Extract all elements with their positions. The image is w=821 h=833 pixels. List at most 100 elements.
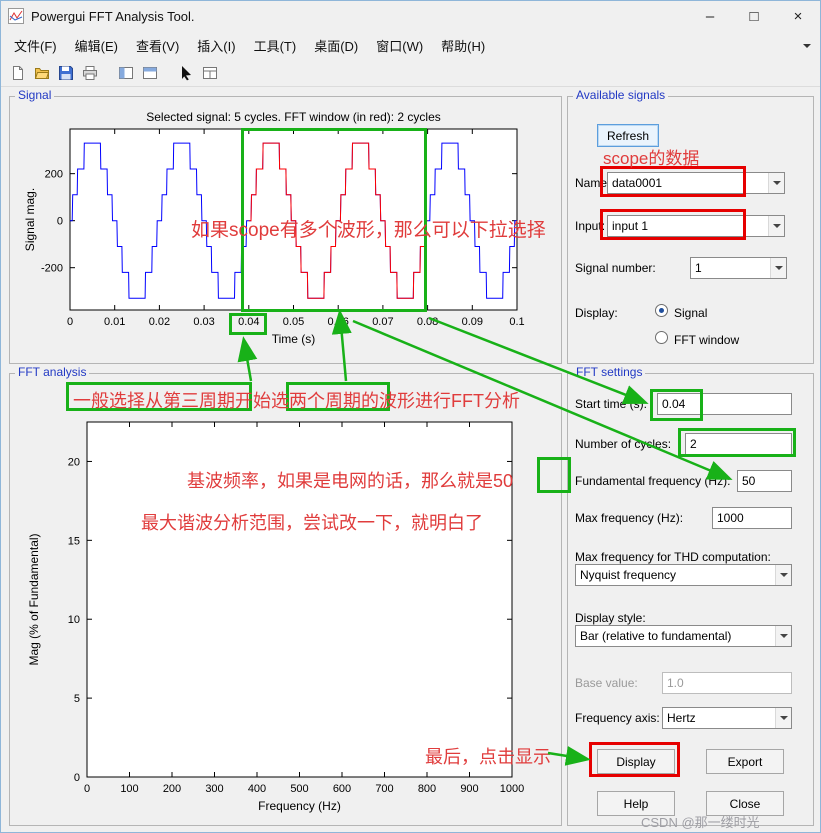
svg-text:0: 0 [74, 772, 80, 784]
svg-text:0.08: 0.08 [417, 316, 438, 328]
svg-text:0.02: 0.02 [149, 316, 170, 328]
svg-text:500: 500 [290, 783, 308, 795]
cycles-input[interactable] [685, 433, 792, 455]
start-time-input[interactable] [657, 393, 792, 415]
name-select[interactable]: data0001 [607, 172, 785, 194]
svg-text:0.09: 0.09 [462, 316, 483, 328]
fft-settings-panel-title: FFT settings [573, 365, 646, 379]
svg-text:0: 0 [57, 216, 63, 228]
fft-analysis-panel-title: FFT analysis [15, 365, 90, 379]
svg-text:300: 300 [205, 783, 223, 795]
radio-fft-window[interactable] [655, 331, 668, 344]
thd-max-frequency-select[interactable]: Nyquist frequency [575, 564, 792, 586]
menubar: 文件(F) 编辑(E) 查看(V) 插入(I) 工具(T) 桌面(D) 窗口(W… [1, 31, 820, 59]
chevron-down-icon [775, 626, 791, 646]
display-button[interactable]: Display [597, 749, 675, 774]
svg-text:Signal mag.: Signal mag. [23, 188, 37, 251]
svg-text:1000: 1000 [500, 783, 524, 795]
display-style-select[interactable]: Bar (relative to fundamental) [575, 625, 792, 647]
print-icon[interactable] [78, 61, 101, 85]
svg-text:15: 15 [68, 535, 80, 547]
svg-text:0.1: 0.1 [509, 316, 524, 328]
plot-tools-left-icon[interactable] [114, 61, 137, 85]
refresh-button[interactable]: Refresh [597, 124, 659, 147]
svg-text:900: 900 [460, 783, 478, 795]
radio-signal-label: Signal [674, 306, 708, 320]
svg-text:Selected signal: 5 cycles. FFT: Selected signal: 5 cycles. FFT window (i… [146, 110, 441, 124]
svg-text:0.01: 0.01 [104, 316, 125, 328]
help-button[interactable]: Help [597, 791, 675, 816]
signal-number-select[interactable]: 1 [690, 257, 787, 279]
input-select[interactable]: input 1 [607, 215, 785, 237]
svg-text:0.05: 0.05 [283, 316, 304, 328]
svg-text:0.04: 0.04 [238, 316, 259, 328]
window-layout-icon[interactable] [198, 61, 221, 85]
display-label: Display: [575, 306, 618, 320]
start-time-label: Start time (s): [575, 397, 648, 411]
menu-desktop[interactable]: 桌面(D) [305, 32, 367, 59]
signal-number-value: 1 [695, 261, 702, 275]
svg-text:Frequency (Hz): Frequency (Hz) [258, 799, 341, 813]
svg-text:100: 100 [120, 783, 138, 795]
close-button[interactable]: × [776, 1, 820, 31]
menu-view[interactable]: 查看(V) [127, 32, 188, 59]
input-label: Input: [575, 219, 606, 233]
svg-text:200: 200 [163, 783, 181, 795]
display-style-value: Bar (relative to fundamental) [580, 629, 732, 643]
new-document-icon[interactable] [6, 61, 29, 85]
close-fft-button[interactable]: Close [706, 791, 784, 816]
menu-insert[interactable]: 插入(I) [188, 32, 244, 59]
svg-text:200: 200 [45, 169, 63, 181]
fft-settings-panel: FFT settings Start time (s): Number of c… [567, 365, 814, 826]
thd-max-frequency-value: Nyquist frequency [580, 568, 677, 582]
toolbar [1, 59, 820, 87]
svg-text:0.07: 0.07 [372, 316, 393, 328]
powergui-fft-analysis-window: Powergui FFT Analysis Tool. – □ × 文件(F) … [0, 0, 821, 833]
frequency-axis-select[interactable]: Hertz [662, 707, 792, 729]
svg-text:Time (s): Time (s) [272, 332, 316, 346]
menu-window[interactable]: 窗口(W) [367, 32, 432, 59]
svg-text:0: 0 [84, 783, 90, 795]
fft-analysis-plot: 0 100 200 300 400 500 600 700 800 900 1000 0 5 10 15 20… [27, 421, 524, 813]
thd-max-frequency-label: Max frequency for THD computation: [575, 550, 771, 564]
input-value: input 1 [612, 219, 649, 233]
radio-signal[interactable] [655, 304, 668, 317]
chevron-down-icon [768, 173, 784, 193]
menu-file[interactable]: 文件(F) [5, 32, 66, 59]
minimize-button[interactable]: – [688, 1, 732, 31]
menu-tools[interactable]: 工具(T) [245, 32, 306, 59]
svg-text:600: 600 [333, 783, 351, 795]
fundamental-frequency-label: Fundamental frequency (Hz): [575, 474, 731, 488]
available-signals-panel-title: Available signals [573, 88, 669, 102]
max-frequency-label: Max frequency (Hz): [575, 511, 684, 525]
menu-collapse-icon[interactable] [803, 44, 811, 52]
available-signals-panel: Available signals Refresh Name: data0001… [567, 88, 814, 364]
base-value-input [662, 672, 792, 694]
fundamental-frequency-input[interactable] [737, 470, 792, 492]
signal-number-label: Signal number: [575, 261, 656, 275]
svg-text:0: 0 [67, 316, 73, 328]
arrow-cursor-icon[interactable] [174, 61, 197, 85]
max-frequency-input[interactable] [712, 507, 792, 529]
svg-text:0.03: 0.03 [193, 316, 214, 328]
maximize-button[interactable]: □ [732, 1, 776, 31]
svg-text:Mag (% of Fundamental): Mag (% of Fundamental) [27, 533, 41, 665]
chevron-down-icon [775, 565, 791, 585]
svg-text:5: 5 [74, 693, 80, 705]
plot-tools-top-icon[interactable] [138, 61, 161, 85]
menu-help[interactable]: 帮助(H) [432, 32, 494, 59]
chevron-down-icon [768, 216, 784, 236]
signal-panel: Signal 0 0.01 0.02 0.03 0.04 0.05 0.06 0.07 0.08… [9, 88, 562, 364]
save-icon[interactable] [54, 61, 77, 85]
window-title: Powergui FFT Analysis Tool. [31, 8, 195, 24]
svg-text:0.06: 0.06 [327, 316, 348, 328]
menu-edit[interactable]: 编辑(E) [66, 32, 127, 59]
radio-fft-window-label: FFT window [674, 333, 740, 347]
chevron-down-icon [775, 708, 791, 728]
name-label: Name: [575, 176, 611, 190]
export-button[interactable]: Export [706, 749, 784, 774]
open-folder-icon[interactable] [30, 61, 53, 85]
chevron-down-icon [770, 258, 786, 278]
base-value-label: Base value: [575, 676, 638, 690]
svg-text:400: 400 [248, 783, 266, 795]
